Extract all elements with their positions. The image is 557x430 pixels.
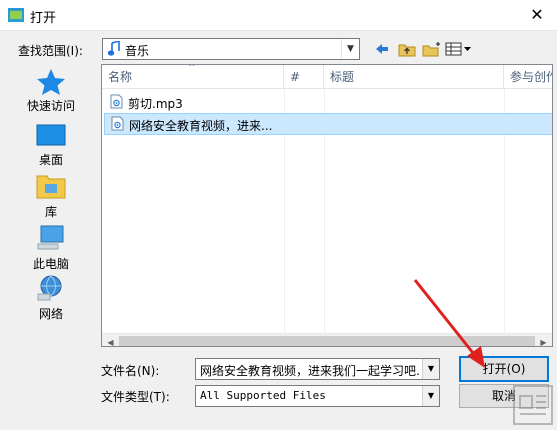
column-header-contributing-artists[interactable]: 参与创作 <box>504 65 552 89</box>
filename-input[interactable]: 网络安全教育视频，进来我们一起学习吧... <box>200 362 420 379</box>
new-folder-icon <box>422 42 440 57</box>
back-button[interactable] <box>372 38 392 60</box>
sort-ascending-icon: ^ <box>188 64 196 73</box>
file-row-selected[interactable]: 网络安全教育视频，进来... <box>104 113 552 135</box>
filetype-label: 文件类型(T): <box>101 390 170 404</box>
up-folder-button[interactable] <box>396 38 418 60</box>
column-header-row: 名称 ^ # 标题 参与创作 <box>102 64 552 89</box>
file-row[interactable]: 剪切.mp3 <box>104 92 284 112</box>
chevron-down-icon[interactable]: ▼ <box>422 386 439 406</box>
places-bar: 快速访问 桌面 库 此电脑 网络 <box>10 66 92 326</box>
place-label: 此电脑 <box>32 257 69 271</box>
desktop-icon <box>36 124 66 146</box>
audio-file-icon <box>110 94 123 109</box>
lookin-combo[interactable]: 音乐 ▼ <box>102 38 360 60</box>
network-icon <box>37 275 62 301</box>
filetype-select[interactable]: All Supported Files ▼ <box>195 385 440 407</box>
filetype-value: All Supported Files <box>200 389 326 402</box>
computer-icon <box>37 225 64 250</box>
back-arrow-icon <box>376 44 388 54</box>
view-menu-button[interactable] <box>444 38 474 60</box>
new-folder-button[interactable] <box>420 38 444 60</box>
video-file-icon <box>111 116 124 131</box>
up-folder-icon <box>398 44 416 57</box>
chevron-down-icon[interactable]: ▼ <box>341 39 359 59</box>
close-button[interactable]: ✕ <box>517 0 557 30</box>
scroll-right-icon[interactable]: ▶ <box>535 334 552 346</box>
file-name: 网络安全教育视频，进来... <box>129 119 273 133</box>
view-menu-icon <box>445 42 471 56</box>
column-header-number[interactable]: # <box>284 65 324 89</box>
place-label: 库 <box>44 205 57 219</box>
music-note-icon <box>107 41 120 56</box>
watermark-logo-icon <box>513 385 553 425</box>
window-title: 打开 <box>30 11 57 26</box>
place-label: 快速访问 <box>26 99 75 113</box>
place-label: 网络 <box>38 307 63 321</box>
annotation-arrow-icon <box>413 279 485 368</box>
file-name: 剪切.mp3 <box>128 97 183 111</box>
place-label: 桌面 <box>38 153 63 167</box>
title-bar: 打开 ✕ <box>0 0 557 30</box>
lookin-label: 查找范围(I): <box>18 44 83 58</box>
lookin-value: 音乐 <box>125 44 150 58</box>
star-icon <box>37 69 65 95</box>
column-header-title[interactable]: 标题 <box>324 65 504 89</box>
library-icon <box>36 175 66 199</box>
app-icon <box>8 8 24 22</box>
filename-label: 文件名(N): <box>101 364 160 378</box>
filename-combo[interactable]: 网络安全教育视频，进来我们一起学习吧... ▼ <box>195 358 440 380</box>
scroll-left-icon[interactable]: ◀ <box>102 334 119 346</box>
